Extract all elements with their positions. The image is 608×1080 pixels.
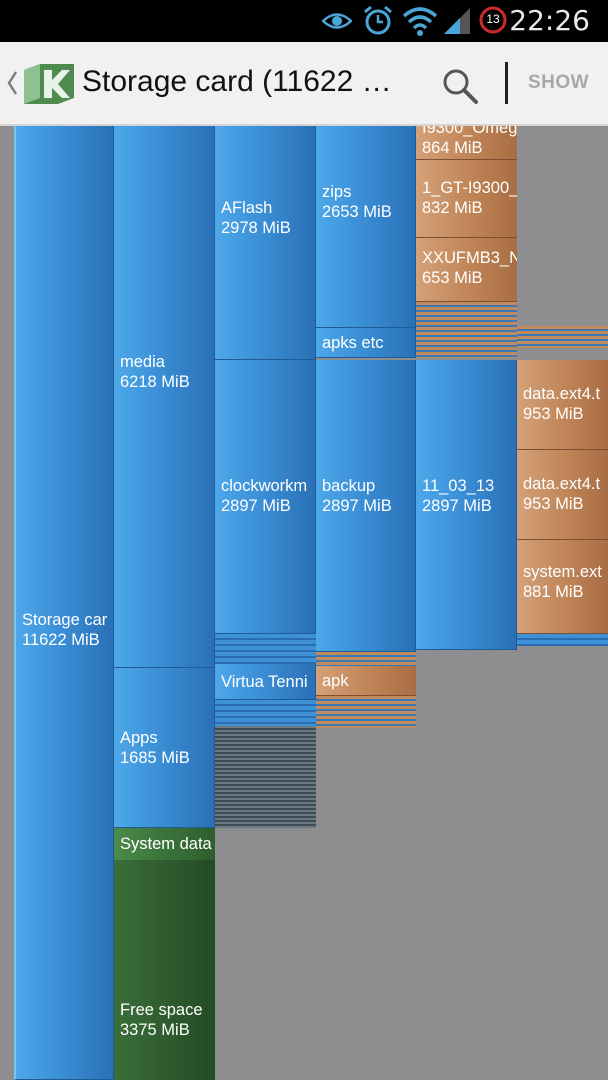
tile-small-files[interactable] — [517, 326, 608, 348]
tile-label: media — [120, 353, 165, 371]
tile-size: 2978 MiB — [221, 219, 291, 237]
tile-size: 953 MiB — [523, 495, 584, 513]
tile-backup[interactable]: backup 2897 MiB — [316, 360, 416, 652]
tile-label: Storage car — [22, 611, 108, 629]
search-icon[interactable] — [440, 66, 480, 106]
tile-data-ext4-1[interactable]: data.ext4.t 953 MiB — [517, 360, 608, 450]
tile-data-ext4-2[interactable]: data.ext4.t 953 MiB — [517, 450, 608, 540]
battery-icon: 13 — [478, 5, 508, 35]
tile-label: Virtua Tenni — [221, 673, 308, 691]
tile-label: Free space — [120, 1001, 203, 1019]
action-bar: Storage card (11622 MiB) SHOW — [0, 42, 608, 126]
tile-small-files[interactable] — [215, 700, 316, 726]
tile-label: system.ext — [523, 563, 602, 581]
tile-system-ext[interactable]: system.ext 881 MiB — [517, 540, 608, 634]
tile-size: 3375 MiB — [120, 1021, 190, 1039]
tile-small-files[interactable] — [215, 634, 316, 664]
tile-storage-card[interactable]: Storage car 11622 MiB — [14, 126, 114, 1080]
app-logo-icon[interactable] — [22, 64, 76, 104]
tile-size: 2897 MiB — [221, 497, 291, 515]
tile-media[interactable]: media 6218 MiB — [114, 126, 215, 668]
tile-zips[interactable]: zips 2653 MiB — [316, 126, 416, 328]
signal-icon — [444, 8, 470, 34]
tile-label: backup — [322, 477, 376, 495]
tile-gt-i9300[interactable]: 1_GT-I9300_ 832 MiB — [416, 160, 517, 238]
storage-treemap: Storage car 11622 MiB media 6218 MiB App… — [0, 126, 608, 1080]
tile-size: 832 MiB — [422, 199, 483, 217]
alarm-icon — [364, 5, 392, 35]
tile-small-files[interactable] — [215, 726, 316, 828]
tile-label: apks etc — [322, 334, 384, 352]
tile-apks-etc[interactable]: apks etc — [316, 328, 416, 358]
tile-small-files[interactable] — [416, 302, 517, 358]
tile-virtua-tennis[interactable]: Virtua Tenni — [215, 664, 316, 700]
show-button[interactable]: SHOW — [528, 72, 589, 94]
battery-level-text: 13 — [486, 12, 500, 26]
tile-label: zips — [322, 183, 352, 201]
tile-11-03-13[interactable]: 11_03_13 2897 MiB — [416, 360, 517, 650]
status-bar: 13 22:26 — [0, 0, 608, 42]
tile-label: Apps — [120, 729, 158, 747]
tile-label: I9300_Omeg — [422, 126, 517, 137]
tile-clockworkmod[interactable]: clockworkm 2897 MiB — [215, 360, 316, 634]
tile-size: 864 MiB — [422, 139, 483, 157]
tile-label: clockworkm — [221, 477, 308, 495]
tile-size: 2653 MiB — [322, 203, 392, 221]
tile-label: 1_GT-I9300_ — [422, 179, 517, 197]
tile-label: data.ext4.t — [523, 385, 601, 403]
tile-label: XXUFMB3_N — [422, 249, 517, 267]
tile-free-space[interactable]: Free space 3375 MiB — [114, 860, 215, 1080]
tile-apk[interactable]: apk — [316, 666, 416, 696]
tile-small-files[interactable] — [316, 696, 416, 728]
up-caret-icon[interactable] — [6, 70, 18, 96]
page-title: Storage card (11622 MiB) — [82, 65, 412, 98]
tile-system-data[interactable]: System data — [114, 828, 215, 860]
tile-size: 881 MiB — [523, 583, 584, 601]
tile-size: 6218 MiB — [120, 373, 190, 391]
tile-size: 1685 MiB — [120, 749, 190, 767]
tile-label: AFlash — [221, 199, 273, 217]
tile-xxufmb3[interactable]: XXUFMB3_N 653 MiB — [416, 238, 517, 302]
wifi-icon — [402, 7, 438, 36]
tile-apps[interactable]: Apps 1685 MiB — [114, 668, 215, 828]
tile-size: 2897 MiB — [322, 497, 392, 515]
tile-size: 653 MiB — [422, 269, 483, 287]
tile-small-files[interactable] — [316, 652, 416, 666]
clock: 22:26 — [509, 4, 590, 37]
tile-size: 2897 MiB — [422, 497, 492, 515]
action-divider — [505, 62, 508, 104]
tile-label: apk — [322, 672, 349, 690]
tile-size: 953 MiB — [523, 405, 584, 423]
eye-icon — [322, 13, 352, 29]
tile-i9300-omega[interactable]: I9300_Omeg 864 MiB — [416, 126, 517, 160]
tile-size: 11622 MiB — [22, 631, 100, 649]
tile-label: data.ext4.t — [523, 475, 601, 493]
tile-label: System data — [120, 835, 212, 853]
tile-aflash[interactable]: AFlash 2978 MiB — [215, 126, 316, 360]
tile-small-files[interactable] — [517, 634, 608, 646]
tile-label: 11_03_13 — [422, 477, 495, 495]
